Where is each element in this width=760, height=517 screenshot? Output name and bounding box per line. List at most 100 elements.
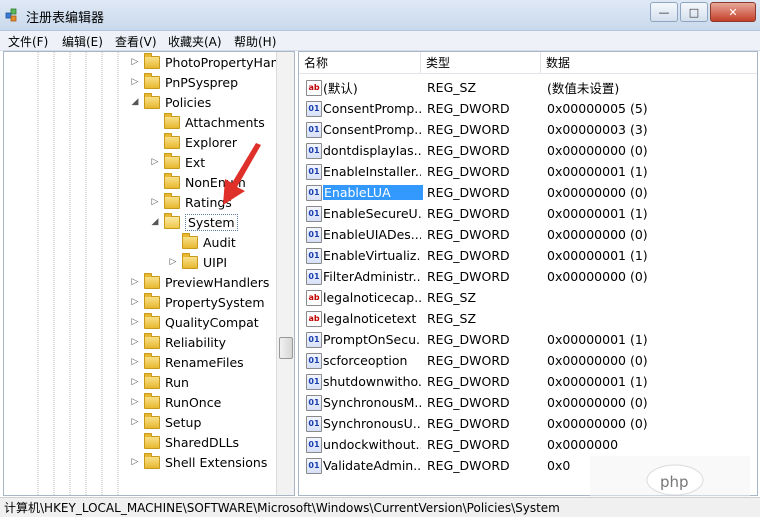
tree-scrollbar-thumb[interactable]: [279, 337, 293, 359]
value-name: EnableSecureU...: [323, 206, 421, 221]
tree-node[interactable]: ▷ QualityCompat: [130, 312, 259, 332]
watermark-text: php: [660, 473, 689, 491]
tree-node[interactable]: ▷ PnPSysprep: [130, 72, 238, 92]
tree-node[interactable]: ▷ PreviewHandlers: [130, 272, 269, 292]
registry-value-row[interactable]: 01 ConsentPromp... REG_DWORD 0x00000005 (5): [299, 98, 739, 119]
expand-arrow-icon[interactable]: ▷: [150, 197, 160, 207]
value-type: REG_DWORD: [427, 332, 510, 347]
tree-node-label: PropertySystem: [165, 294, 265, 310]
title-bar: 注册表编辑器 — □ ✕: [0, 0, 760, 31]
maximize-button[interactable]: □: [680, 2, 708, 22]
folder-icon: [144, 432, 160, 449]
registry-value-row[interactable]: ab legalnoticetext REG_SZ: [299, 308, 739, 329]
folder-icon: [144, 312, 160, 329]
column-header-type[interactable]: 类型: [421, 52, 541, 74]
tree-scrollbar[interactable]: [276, 52, 294, 495]
expand-arrow-icon[interactable]: ◢: [130, 97, 140, 107]
string-value-icon: ab: [306, 289, 322, 306]
tree-node[interactable]: ◢ Policies: [130, 92, 211, 112]
registry-value-row[interactable]: ab (默认) REG_SZ (数值未设置): [299, 77, 739, 98]
menu-help[interactable]: 帮助(H): [234, 33, 276, 50]
expand-arrow-icon[interactable]: ▷: [130, 277, 140, 287]
registry-value-row[interactable]: ab legalnoticecap... REG_SZ: [299, 287, 739, 308]
registry-value-row[interactable]: 01 PromptOnSecu... REG_DWORD 0x00000001 (1): [299, 329, 739, 350]
value-type: REG_SZ: [427, 311, 477, 326]
value-name: scforceoption: [323, 353, 408, 368]
dword-value-icon: 01: [306, 373, 322, 390]
registry-value-row[interactable]: 01 SynchronousU... REG_DWORD 0x00000000 (0): [299, 413, 739, 434]
menu-edit[interactable]: 编辑(E): [62, 33, 103, 50]
expand-arrow-icon[interactable]: ▷: [130, 357, 140, 367]
close-button[interactable]: ✕: [710, 2, 756, 22]
expand-arrow-icon[interactable]: ▷: [130, 377, 140, 387]
value-type: REG_DWORD: [427, 437, 510, 452]
registry-value-row[interactable]: 01 EnableVirtualiz... REG_DWORD 0x00000001 …: [299, 245, 739, 266]
value-name: dontdisplayIas...: [323, 143, 421, 158]
value-name: EnableLUA: [323, 185, 423, 200]
column-header-data[interactable]: 数据: [541, 52, 757, 74]
expand-arrow-icon[interactable]: ▷: [130, 297, 140, 307]
registry-value-row[interactable]: 01 ConsentPromp... REG_DWORD 0x00000003 (3): [299, 119, 739, 140]
registry-value-row[interactable]: 01 FilterAdministr... REG_DWORD 0x00000000 …: [299, 266, 739, 287]
expand-arrow-icon[interactable]: ◢: [150, 217, 160, 227]
value-data: 0x00000001 (1): [547, 206, 648, 221]
dword-value-icon: 01: [306, 184, 322, 201]
expand-arrow-icon[interactable]: ▷: [150, 157, 160, 167]
expand-arrow-icon[interactable]: ▷: [130, 317, 140, 327]
tree-guide-lines: [37, 52, 119, 495]
tree-node[interactable]: ▷ Run: [130, 372, 189, 392]
menu-favorites[interactable]: 收藏夹(A): [168, 33, 222, 50]
expand-arrow-icon[interactable]: ▷: [130, 397, 140, 407]
value-type: REG_SZ: [427, 80, 477, 95]
menu-file[interactable]: 文件(F): [8, 33, 48, 50]
value-data: 0x00000000 (0): [547, 185, 648, 200]
value-type: REG_DWORD: [427, 122, 510, 137]
dword-value-icon: 01: [306, 163, 322, 180]
tree-node[interactable]: ▷ PhotoPropertyHand: [130, 52, 286, 72]
tree-node[interactable]: ▷ Ext: [150, 152, 205, 172]
value-data: 0x00000005 (5): [547, 101, 648, 116]
registry-value-row[interactable]: 01 SynchronousM... REG_DWORD 0x00000000 (0): [299, 392, 739, 413]
registry-value-row[interactable]: 01 EnableLUA REG_DWORD 0x00000000 (0): [299, 182, 739, 203]
tree-node[interactable]: ▷ UIPI: [168, 252, 227, 272]
registry-value-row[interactable]: 01 scforceoption REG_DWORD 0x00000000 (0): [299, 350, 739, 371]
expand-arrow-icon[interactable]: ▷: [130, 417, 140, 427]
registry-value-row[interactable]: 01 undockwithout... REG_DWORD 0x0000000: [299, 434, 739, 455]
maximize-icon: □: [688, 5, 700, 19]
dword-value-icon: 01: [306, 121, 322, 138]
value-name: EnableInstaller...: [323, 164, 421, 179]
value-data: 0x00000000 (0): [547, 227, 648, 242]
folder-icon: [182, 252, 198, 269]
folder-icon: [144, 352, 160, 369]
dword-value-icon: 01: [306, 457, 322, 474]
column-header-name[interactable]: 名称: [299, 52, 421, 74]
registry-value-row[interactable]: 01 EnableUIADes... REG_DWORD 0x00000000 (0): [299, 224, 739, 245]
tree-node[interactable]: Audit: [168, 232, 236, 252]
menu-view[interactable]: 查看(V): [115, 33, 157, 50]
tree-node[interactable]: ▷ Shell Extensions: [130, 452, 267, 472]
tree-node[interactable]: SharedDLLs: [130, 432, 239, 452]
tree-node-label: Policies: [165, 94, 212, 110]
registry-value-row[interactable]: 01 EnableInstaller... REG_DWORD 0x00000001 …: [299, 161, 739, 182]
value-data: 0x00000001 (1): [547, 248, 648, 263]
tree-node-label: Run: [165, 374, 189, 390]
registry-value-row[interactable]: 01 dontdisplayIas... REG_DWORD 0x00000000 (…: [299, 140, 739, 161]
tree-node[interactable]: ▷ RenameFiles: [130, 352, 244, 372]
minimize-button[interactable]: —: [650, 2, 678, 22]
tree-node[interactable]: ▷ RunOnce: [130, 392, 221, 412]
tree-node[interactable]: ◢ System: [150, 212, 238, 232]
value-name: EnableVirtualiz...: [323, 248, 421, 263]
value-type: REG_DWORD: [427, 164, 510, 179]
expand-arrow-icon[interactable]: ▷: [130, 337, 140, 347]
registry-value-row[interactable]: 01 EnableSecureU... REG_DWORD 0x00000001 (1…: [299, 203, 739, 224]
tree-node[interactable]: ▷ Reliability: [130, 332, 226, 352]
registry-value-row[interactable]: 01 shutdownwitho... REG_DWORD 0x00000001 (1…: [299, 371, 739, 392]
expand-arrow-icon[interactable]: ▷: [168, 257, 178, 267]
tree-node[interactable]: Attachments: [150, 112, 265, 132]
tree-node[interactable]: ▷ PropertySystem: [130, 292, 265, 312]
expand-arrow-icon[interactable]: ▷: [130, 77, 140, 87]
expand-arrow-icon[interactable]: ▷: [130, 457, 140, 467]
value-type: REG_DWORD: [427, 416, 510, 431]
tree-node[interactable]: ▷ Setup: [130, 412, 201, 432]
expand-arrow-icon[interactable]: ▷: [130, 57, 140, 67]
